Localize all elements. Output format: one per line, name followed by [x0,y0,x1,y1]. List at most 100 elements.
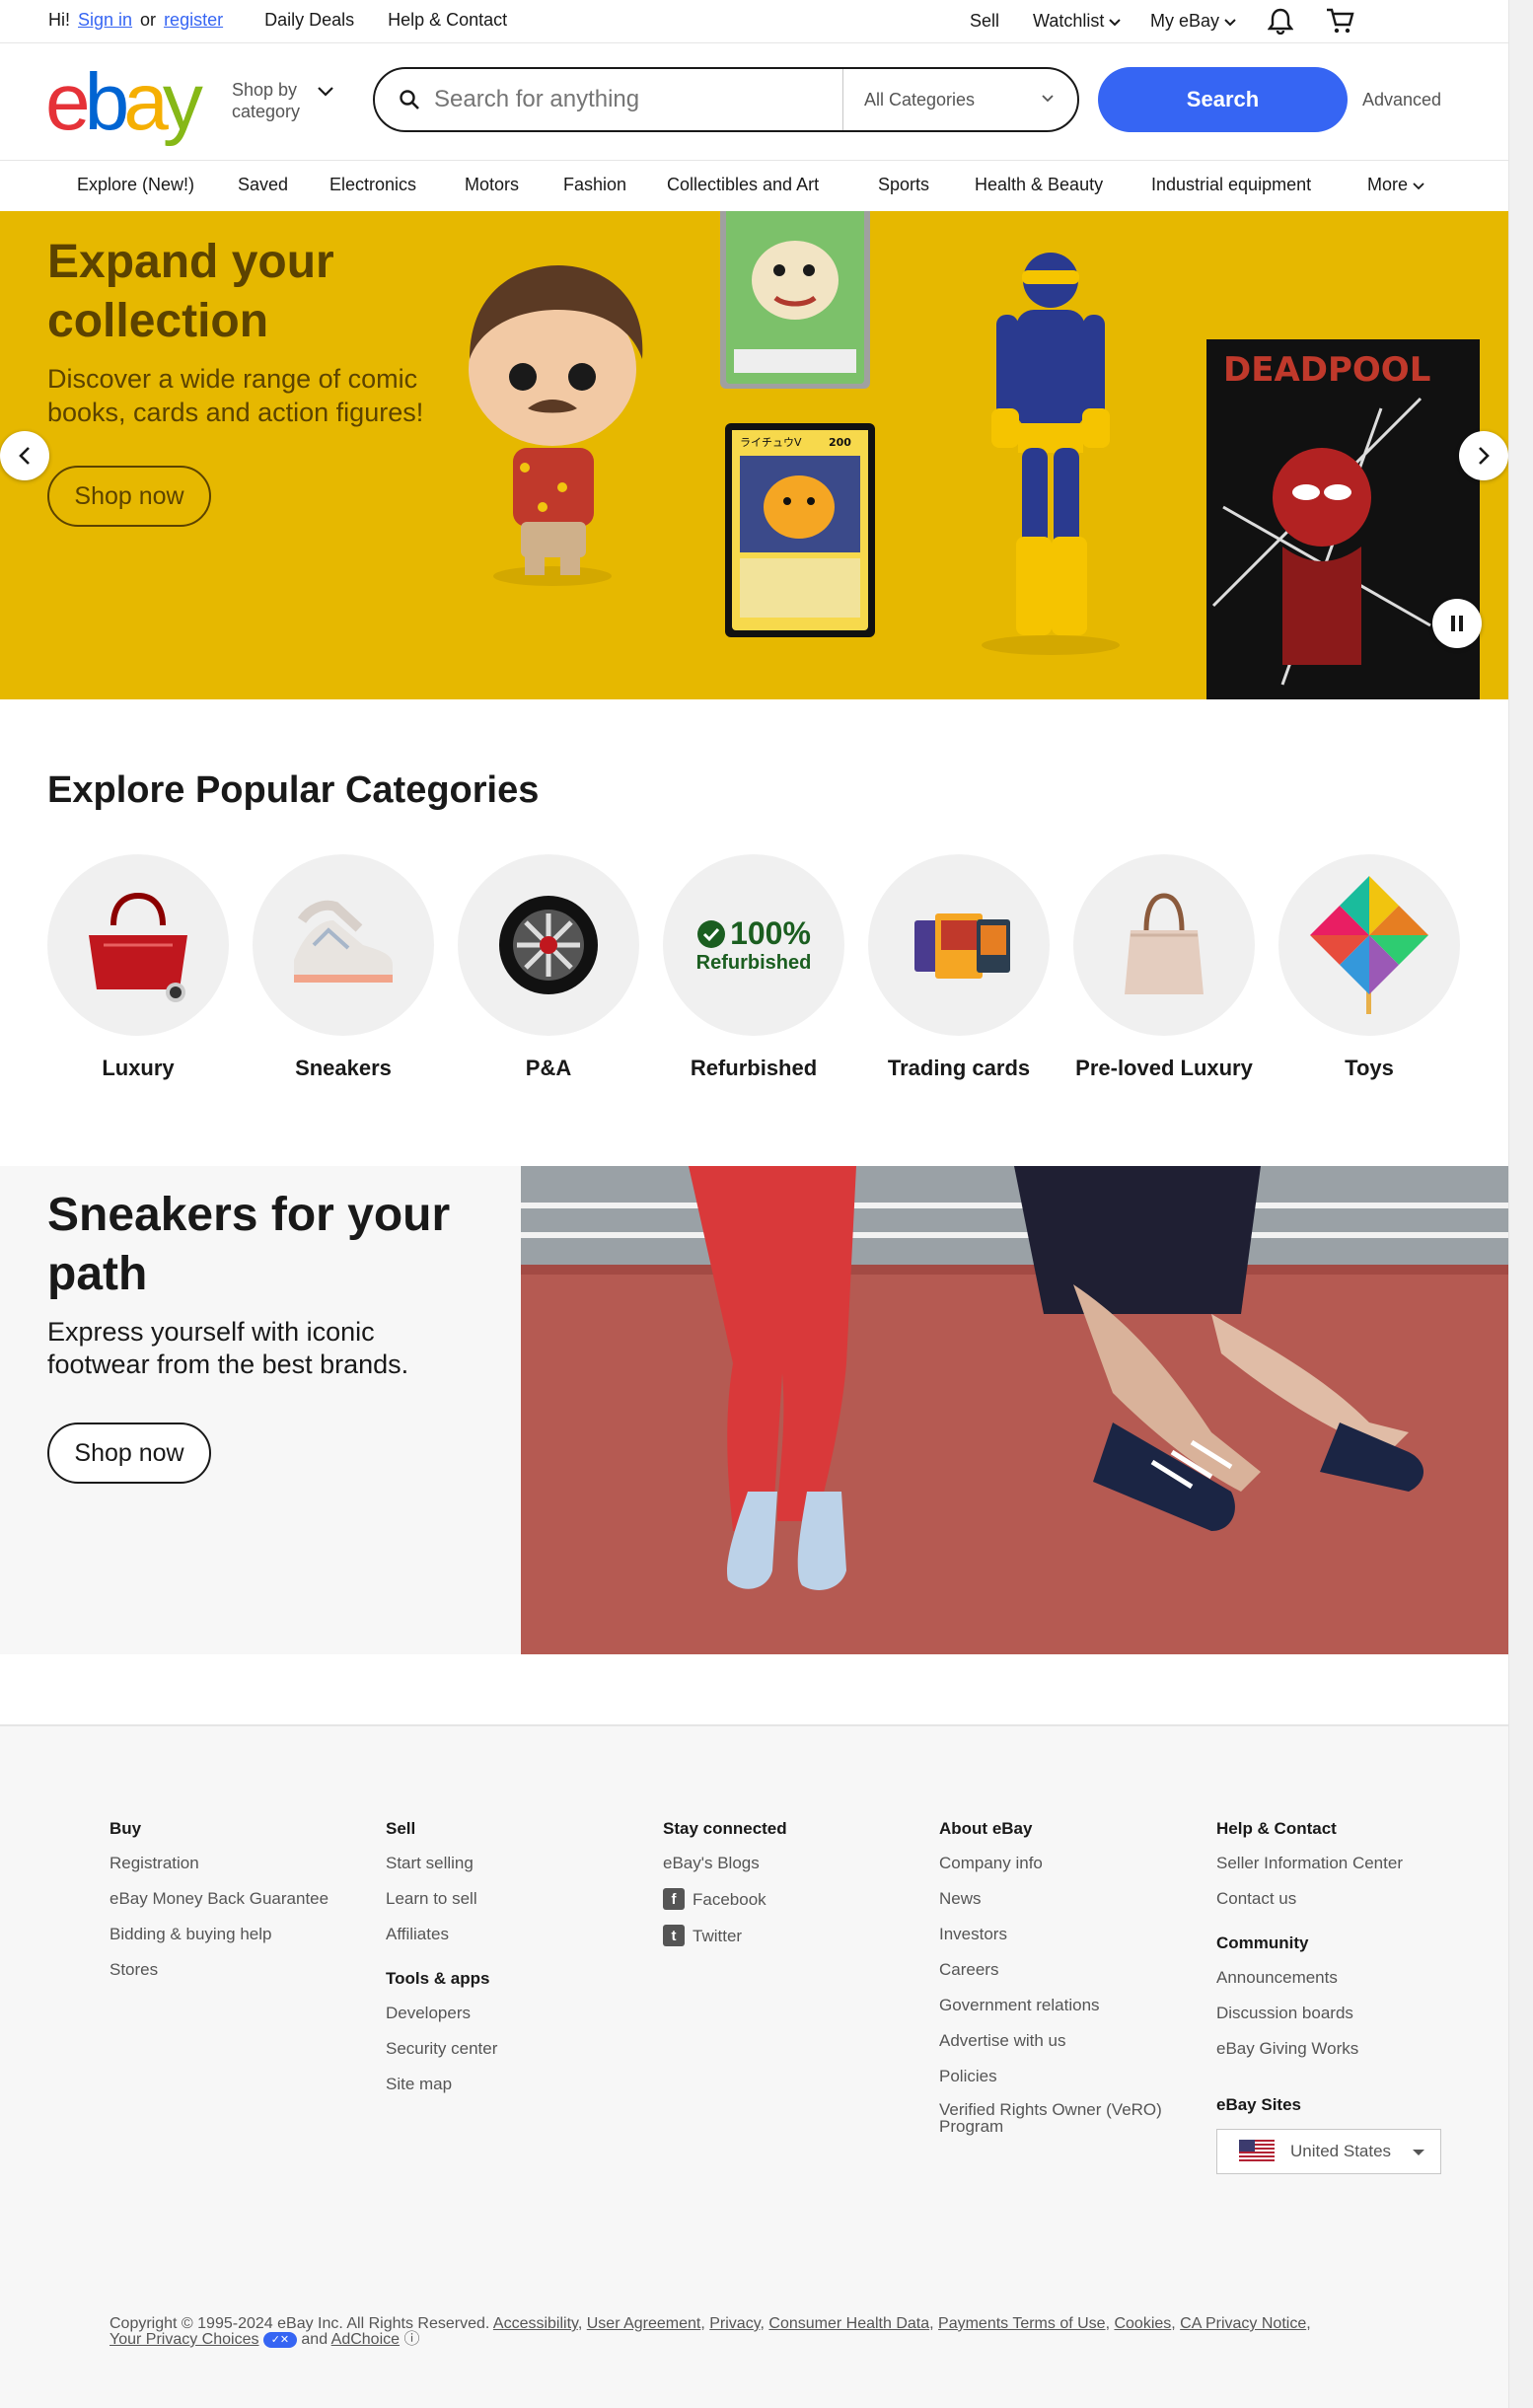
legal-link-user-agreement[interactable]: User Agreement [587,2315,701,2332]
category-card-preloved-luxury[interactable]: Pre-loved Luxury [1073,854,1255,1081]
catnav-item-industrial[interactable]: Industrial equipment [1151,175,1311,195]
card-hp-text: 200 [829,436,851,449]
footer-link[interactable]: Investors [939,1924,1186,1944]
category-card-luxury[interactable]: Luxury [47,854,229,1081]
footer-link[interactable]: Affiliates [386,1924,497,1944]
footer-link[interactable]: Start selling [386,1853,497,1873]
footer-col-about: About eBay Company info News Investors C… [939,1819,1186,2150]
search-input[interactable] [434,86,829,113]
cart-icon[interactable] [1325,6,1354,36]
shop-by-category-button[interactable]: Shop by category [232,79,330,122]
hero-shop-now-button[interactable]: Shop now [47,466,211,527]
footer-col-sell: Sell Start selling Learn to sell Affilia… [386,1819,497,2109]
footer-link[interactable]: Verified Rights Owner (VeRO) Program [939,2101,1186,2135]
footer-link[interactable]: Announcements [1216,1967,1441,1988]
footer-link[interactable]: Site map [386,2074,497,2094]
footer-link[interactable]: Discussion boards [1216,2003,1441,2023]
category-card-refurbished[interactable]: 100% Refurbished Refurbished [663,854,844,1081]
greeting-area: Hi! Sign in or register Daily Deals Help… [48,10,507,31]
chevron-down-icon [1042,95,1054,103]
footer-link[interactable]: Careers [939,1959,1186,1980]
logo-letter: e [45,57,91,147]
footer-link[interactable]: Policies [939,2066,1186,2086]
watchlist-link[interactable]: Watchlist [1033,11,1122,32]
top-right-links: Sell Watchlist My eBay [916,8,1508,36]
popular-categories-title: Explore Popular Categories [47,769,540,811]
footer-link[interactable]: Security center [386,2038,497,2059]
catnav-item-fashion[interactable]: Fashion [563,175,626,195]
privacy-choices-link[interactable]: Your Privacy Choices [110,2331,258,2348]
footer-link[interactable]: Developers [386,2003,497,2023]
search-button[interactable]: Search [1098,67,1348,132]
category-label: Trading cards [887,1056,1031,1080]
sell-link[interactable]: Sell [970,11,999,32]
my-ebay-label: My eBay [1150,11,1220,31]
footer-link[interactable]: eBay Giving Works [1216,2038,1441,2059]
more-label: More [1367,175,1409,194]
legal-link-privacy[interactable]: Privacy [709,2315,760,2332]
catnav-item-explore[interactable]: Explore (New!) [77,175,194,195]
register-link[interactable]: register [164,10,223,31]
help-contact-link[interactable]: Help & Contact [388,10,507,31]
footer-link[interactable]: Government relations [939,1995,1186,2015]
footer-heading: eBay Sites [1216,2095,1301,2114]
my-ebay-link[interactable]: My eBay [1150,11,1236,32]
page-scrollbar[interactable] [1508,0,1533,2408]
footer-link[interactable]: Company info [939,1853,1186,1873]
footer-link[interactable]: Stores [110,1959,328,1980]
catnav-item-more[interactable]: More [1367,175,1424,195]
category-image-circle [868,854,1050,1036]
facebook-link[interactable]: f Facebook [663,1888,787,1910]
search-divider [842,69,843,130]
category-select[interactable]: All Categories [864,90,975,110]
category-label: Pre-loved Luxury [1075,1056,1253,1080]
facebook-icon: f [663,1888,685,1910]
legal-link-payments-terms[interactable]: Payments Terms of Use [938,2315,1106,2332]
category-card-toys[interactable]: Toys [1278,854,1460,1081]
bell-icon[interactable] [1266,6,1295,36]
catnav-item-motors[interactable]: Motors [465,175,519,195]
category-card-trading-cards[interactable]: Trading cards [868,854,1050,1081]
footer-link[interactable]: Contact us [1216,1888,1441,1909]
daily-deals-link[interactable]: Daily Deals [264,10,354,31]
sneakers-banner: Sneakers for your path Express yourself … [0,1166,1508,1654]
twitter-link[interactable]: t Twitter [663,1925,787,1946]
catnav-item-electronics[interactable]: Electronics [329,175,416,195]
legal-link-accessibility[interactable]: Accessibility [493,2315,578,2332]
footer-link[interactable]: Learn to sell [386,1888,497,1909]
catnav-item-sports[interactable]: Sports [878,175,929,195]
footer-link[interactable]: Seller Information Center [1216,1853,1441,1873]
adchoice-link[interactable]: AdChoice [331,2331,400,2348]
footer-col-help: Help & Contact Seller Information Center… [1216,1819,1441,2174]
carousel-next-button[interactable] [1459,431,1508,480]
sign-in-link[interactable]: Sign in [78,10,132,31]
chevron-down-icon [1224,19,1236,27]
sneakers-shop-now-button[interactable]: Shop now [47,1423,211,1484]
carousel-prev-button[interactable] [0,431,49,480]
footer-link[interactable]: eBay Money Back Guarantee [110,1888,328,1909]
advanced-search-link[interactable]: Advanced [1362,90,1441,110]
hero-subtitle: Discover a wide range of comic books, ca… [47,364,424,427]
category-card-sneakers[interactable]: Sneakers [253,854,434,1081]
footer-link[interactable]: News [939,1888,1186,1909]
catnav-item-collectibles[interactable]: Collectibles and Art [667,175,819,195]
hero-carousel: Expand your collection Discover a wide r… [0,211,1508,699]
copyright-line: Copyright © 1995-2024 eBay Inc. All Righ… [110,2315,1311,2349]
catnav-item-saved[interactable]: Saved [238,175,288,195]
footer-link[interactable]: Advertise with us [939,2030,1186,2051]
catnav-item-health-beauty[interactable]: Health & Beauty [975,175,1103,195]
caret-down-icon [1413,2150,1424,2155]
country-selector[interactable]: United States [1216,2129,1441,2174]
legal-link-cookies[interactable]: Cookies [1114,2315,1171,2332]
footer-link[interactable]: Registration [110,1853,328,1873]
chevron-left-icon [19,447,30,465]
category-nav: Explore (New!) Saved Electronics Motors … [0,162,1508,211]
greeting-text: Hi! [48,10,70,30]
category-card-parts-accessories[interactable]: P&A [458,854,639,1081]
footer-link[interactable]: eBay's Blogs [663,1853,787,1873]
footer-link[interactable]: Bidding & buying help [110,1924,328,1944]
legal-link-consumer-health[interactable]: Consumer Health Data [768,2315,929,2332]
ebay-logo[interactable]: ebay [45,57,203,147]
carousel-pause-button[interactable] [1432,599,1482,648]
legal-link-ca-privacy[interactable]: CA Privacy Notice [1180,2315,1306,2332]
